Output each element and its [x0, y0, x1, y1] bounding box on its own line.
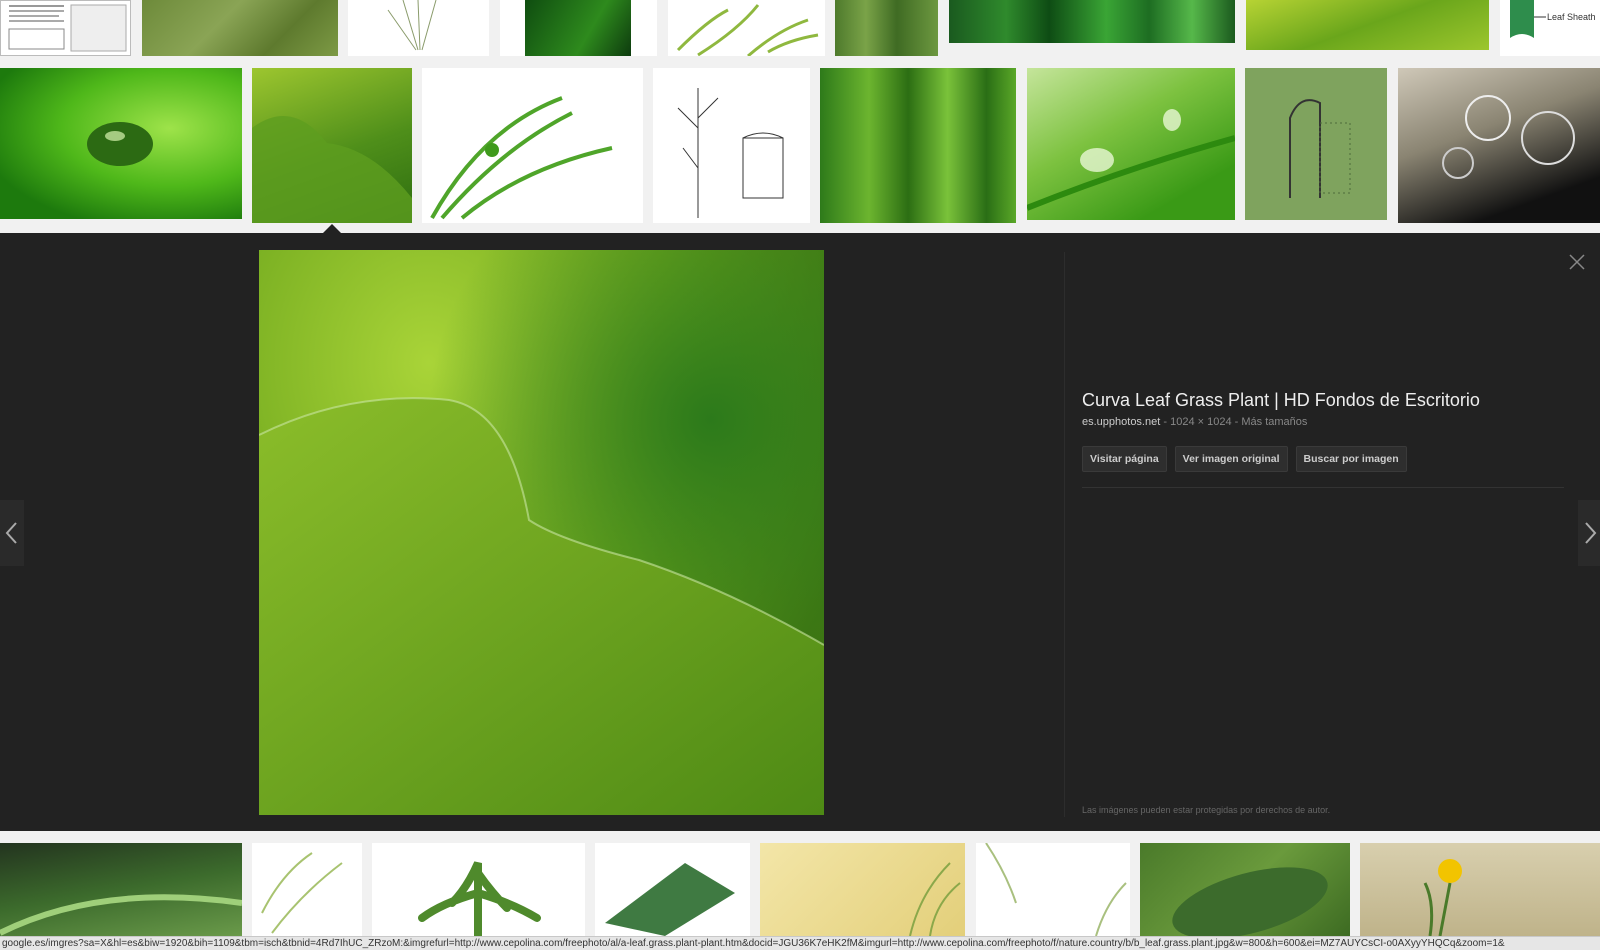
- thumbnail-grass-sketch[interactable]: [348, 0, 489, 56]
- thumbnail-frog-on-grass[interactable]: [422, 68, 643, 223]
- thumbnail-bamboo-sketch[interactable]: [252, 843, 362, 936]
- daffodil-icon: [1423, 859, 1462, 936]
- thumbnail-row-middle: [0, 58, 1600, 233]
- more-sizes-link[interactable]: Más tamaños: [1241, 416, 1307, 428]
- image-title: Curva Leaf Grass Plant | HD Fondos de Es…: [1082, 390, 1480, 410]
- dew-drop-icon: [1027, 109, 1235, 211]
- info-separator: [1082, 487, 1564, 488]
- thumbnail-lawn[interactable]: [142, 0, 338, 56]
- water-drop-icon: [87, 122, 153, 166]
- leaf-sheath-diagram-icon: [1510, 0, 1546, 38]
- image-info: Curva Leaf Grass Plant | HD Fondos de Es…: [1082, 390, 1582, 472]
- bamboo-sketch-icon: [261, 852, 343, 934]
- thumbnail-grass-quote-art[interactable]: [1245, 68, 1387, 220]
- thumbnail-dark-leaf[interactable]: [500, 0, 657, 56]
- thumbnail-tall-grass[interactable]: [835, 0, 938, 56]
- image-dimensions: 1024 × 1024: [1170, 416, 1232, 428]
- search-by-image-button[interactable]: Buscar por imagen: [1295, 446, 1407, 472]
- thumbnail-leaf-rake[interactable]: [595, 843, 750, 936]
- copyright-notice: Las imágenes pueden estar protegidas por…: [1082, 805, 1331, 815]
- leaf-cross-section-icon: [1442, 95, 1575, 179]
- thumbnail-grass-anatomy-diagram[interactable]: [653, 68, 810, 223]
- view-original-button[interactable]: Ver imagen original: [1174, 446, 1288, 472]
- cannabis-leaf-icon: [418, 861, 541, 936]
- thumbnail-dew-grass[interactable]: [1027, 68, 1235, 220]
- panel-divider: [1064, 252, 1065, 817]
- status-bar-url: google.es/imgres?sa=X&hl=es&biw=1920&bih…: [0, 936, 1600, 950]
- thumbnail-dew-leaf-dark[interactable]: [0, 843, 242, 936]
- action-buttons: Visitar página Ver imagen original Busca…: [1082, 446, 1582, 472]
- close-icon: [1569, 254, 1585, 270]
- previous-image-button[interactable]: [0, 500, 24, 566]
- thumbnail-grass-blades[interactable]: [820, 68, 1016, 223]
- thumbnail-document-grass[interactable]: [0, 0, 131, 56]
- grass-white-icon: [985, 843, 1127, 936]
- frog-grass-icon: [430, 96, 613, 220]
- curved-leaf-preview: [259, 250, 824, 815]
- thumbnail-leaf-sheath[interactable]: Leaf Sheath: [1500, 0, 1600, 56]
- thumbnail-water-drop-leaf[interactable]: [0, 68, 242, 219]
- thumbnail-leaf-cross-section[interactable]: [1398, 68, 1600, 223]
- thumbnail-row-bottom: [0, 831, 1600, 936]
- document-thumbnail-icon: [8, 4, 127, 52]
- chevron-left-icon: [5, 522, 17, 544]
- source-site[interactable]: es.upphotos.net: [1082, 416, 1160, 428]
- bamboo-leaves-icon: [676, 4, 819, 56]
- leaf-rake-icon: [605, 863, 735, 936]
- curved-leaf-icon: [252, 116, 412, 223]
- grass-blade-art-icon: [1289, 99, 1351, 198]
- thumbnail-curved-leaf-selected[interactable]: [252, 68, 412, 223]
- dewy-leaf-icon: [0, 894, 242, 936]
- leaf-sheath-label: Leaf Sheath: [1547, 12, 1596, 22]
- thumbnail-green-collage[interactable]: [949, 0, 1235, 43]
- visit-page-button[interactable]: Visitar página: [1082, 446, 1167, 472]
- thumbnail-dew-drops-leaf[interactable]: [1246, 0, 1489, 50]
- thumbnail-leaf-on-grass[interactable]: [1140, 843, 1350, 936]
- image-meta: es.upphotos.net - 1024 × 1024 - Más tama…: [1082, 416, 1582, 428]
- preview-image[interactable]: [259, 250, 824, 815]
- close-button[interactable]: [1567, 252, 1587, 272]
- thumbnail-bamboo-leaves[interactable]: [668, 0, 825, 56]
- grass-sketch-icon: [387, 0, 437, 51]
- thumbnail-bamboo-wallpaper[interactable]: [760, 843, 965, 936]
- thumbnail-cannabis-leaf[interactable]: [372, 843, 585, 936]
- next-image-button[interactable]: [1578, 500, 1600, 566]
- chevron-right-icon: [1585, 522, 1597, 544]
- thumbnail-grass-white[interactable]: [976, 843, 1130, 936]
- bamboo-wallpaper-icon: [909, 862, 961, 936]
- thumbnail-daffodil[interactable]: [1360, 843, 1600, 936]
- leaf-on-grass-icon: [1172, 867, 1328, 936]
- thumbnail-row-top: Leaf Sheath: [0, 0, 1600, 58]
- grass-anatomy-icon: [677, 88, 784, 218]
